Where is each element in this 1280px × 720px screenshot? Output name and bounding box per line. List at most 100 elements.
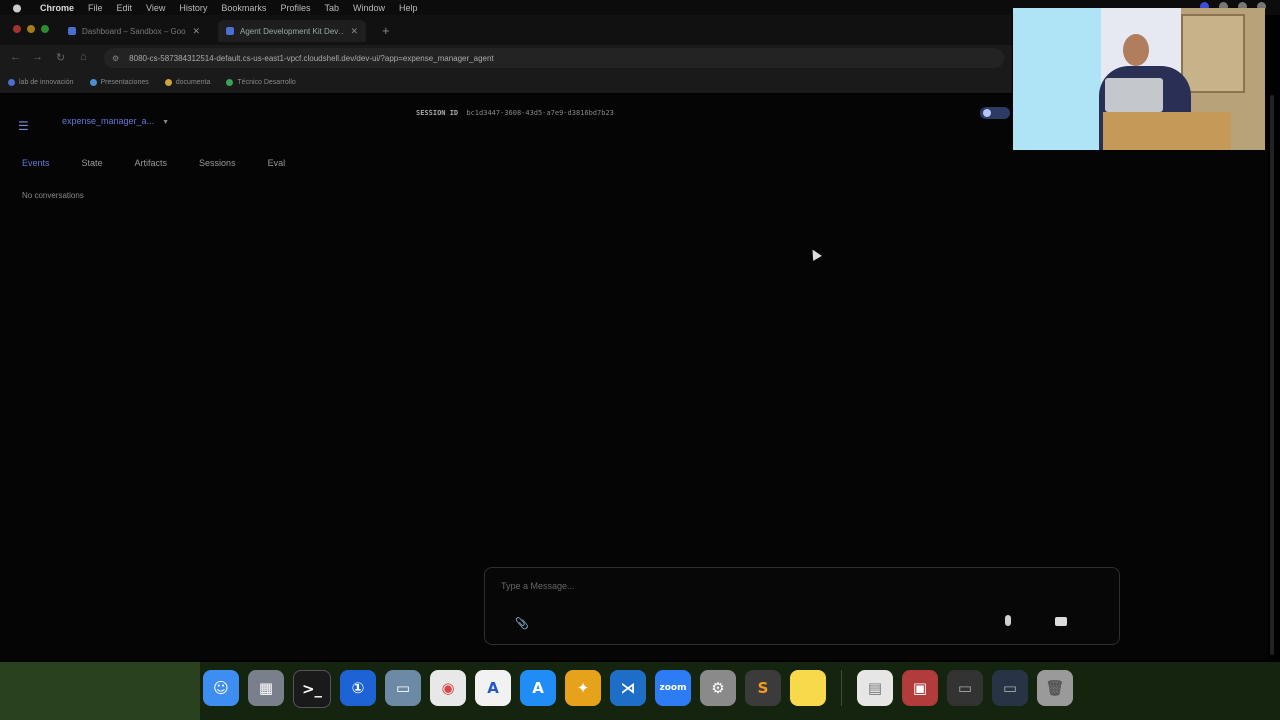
document-icon[interactable]: ▤ [857,670,893,706]
message-composer: 📎 [484,567,1120,645]
presenter-head [1123,34,1149,66]
page-scrollbar[interactable] [1270,95,1274,655]
drive-icon [164,78,172,86]
attach-file-icon[interactable]: 📎 [515,617,529,630]
browser-toolbar: ← → ↻ ⌂ ⚙ 8080-cs-58738431251​4-default.… [0,45,1012,71]
photos-icon[interactable]: ▣ [902,670,938,706]
app-selector-value: expense_manager_a... [62,116,155,126]
tab-label: Agent Development Kit Dev… [240,26,345,36]
tab-adk-dev-ui[interactable]: Agent Development Kit Dev… ✕ [218,20,366,42]
close-window-button[interactable] [13,25,21,33]
tab-label: Dashboard – Sandbox – Goo… [82,26,187,36]
bookmark-item[interactable]: documenta [164,78,211,86]
minimize-window-button[interactable] [27,25,35,33]
forward-arrow-icon[interactable]: → [32,51,43,63]
menu-file[interactable]: File [88,3,103,13]
textedit-icon[interactable]: A [475,670,511,706]
session-id-value: bc1d3447-3608-43d5-a7e9-d3816bd7b23 [466,109,614,117]
zoom-label: zoom [659,683,687,693]
session-id-label: SESSION ID [416,109,459,117]
vscode-icon[interactable]: ⋊ [610,670,646,706]
cloud-favicon-icon [68,27,76,35]
webcam-light [1013,8,1101,150]
bookmark-label: documenta [175,78,211,86]
bookmark-label: Técnico Desarrollo [237,78,296,86]
display-icon[interactable]: ▭ [992,670,1028,706]
close-tab-icon[interactable]: ✕ [192,26,200,37]
side-panel-tabs: Events State Artifacts Sessions Eval [22,158,317,168]
preview-icon[interactable]: ▭ [385,670,421,706]
menu-window[interactable]: Window [353,3,385,13]
apple-icon[interactable] [12,3,22,13]
window-controls [13,25,49,33]
session-id-display: SESSION ID bc1d3447-3608-43d5-a7e9-d3816… [416,109,614,117]
mouse-cursor-icon [808,247,822,261]
reload-icon[interactable]: ↻ [56,51,65,64]
adk-dev-ui-page: ☰ expense_manager_a... ▼ SESSION ID bc1d3… [0,95,1268,660]
menu-history[interactable]: History [179,3,207,13]
trash-icon[interactable]: 🗑 [1037,670,1073,706]
browser-tab-strip: Dashboard – Sandbox – Goo… ✕ Agent Devel… [0,15,1012,45]
close-tab-icon[interactable]: ✕ [350,26,358,37]
globe-icon [8,78,15,86]
tab-events[interactable]: Events [22,158,50,168]
presenter-webcam-overlay [1013,8,1265,150]
menu-profiles[interactable]: Profiles [280,3,310,13]
toggle-knob [983,109,991,117]
empty-state-message: No conversations [22,191,84,200]
appstore-icon[interactable]: A [520,670,556,706]
dock-icons: ☺ ▦ >_ ① ▭ ◉ A A ✦ ⋊ zoom ⚙ S ▭ ▤ ▣ ▭ ▭ … [203,670,1073,708]
microphone-icon[interactable] [1005,615,1011,626]
bookmark-item[interactable]: Presentaciones [89,78,149,86]
terminal-icon[interactable]: >_ [293,670,331,708]
chrome-icon[interactable]: ◉ [430,670,466,706]
notes-icon[interactable]: ▭ [790,670,826,706]
tab-dashboard[interactable]: Dashboard – Sandbox – Goo… ✕ [60,20,208,42]
site-info-icon[interactable]: ⚙ [112,54,119,63]
home-icon[interactable]: ⌂ [80,51,87,63]
zoom-icon[interactable]: zoom [655,670,691,706]
presenter-podium [1103,112,1231,150]
wallpaper-foliage [0,662,200,720]
video-camera-icon[interactable] [1055,617,1067,626]
presenter-laptop [1105,78,1163,112]
1password-icon[interactable]: ① [340,670,376,706]
sublime-icon[interactable]: S [745,670,781,706]
address-bar[interactable]: ⚙ 8080-cs-58738431251​4-default.cs-us-ea… [104,48,1004,68]
back-arrow-icon[interactable]: ← [10,51,21,63]
tab-sessions[interactable]: Sessions [199,158,236,168]
tab-state[interactable]: State [82,158,103,168]
menu-help[interactable]: Help [399,3,418,13]
bookmark-item[interactable]: Técnico Desarrollo [226,78,296,86]
window-icon[interactable]: ▭ [947,670,983,706]
macos-dock: ☺ ▦ >_ ① ▭ ◉ A A ✦ ⋊ zoom ⚙ S ▭ ▤ ▣ ▭ ▭ … [0,662,1280,720]
new-tab-button[interactable]: + [382,23,390,38]
menu-view[interactable]: View [146,3,165,13]
drive-icon [226,78,234,86]
adk-favicon-icon [226,27,234,35]
message-input[interactable] [499,580,1003,592]
globe-icon [89,78,97,86]
menu-tab[interactable]: Tab [324,3,339,13]
menu-edit[interactable]: Edit [117,3,133,13]
menu-hamburger-icon[interactable]: ☰ [18,119,29,133]
dock-separator [841,670,842,706]
settings-icon[interactable]: ⚙ [700,670,736,706]
tab-eval[interactable]: Eval [268,158,286,168]
bookmark-label: Presentaciones [100,78,149,86]
bookmark-item[interactable]: lab de innovación [8,78,74,86]
bookmark-label: lab de innovación [19,78,74,86]
menu-bookmarks[interactable]: Bookmarks [221,3,266,13]
chevron-down-icon: ▼ [162,119,170,126]
theme-toggle[interactable] [980,107,1010,119]
launchpad-icon[interactable]: ▦ [248,670,284,706]
bookmarks-bar: lab de innovación Presentaciones documen… [0,71,1012,93]
safari-icon[interactable]: ✦ [565,670,601,706]
webcam-picture-frame [1181,14,1245,93]
finder-icon[interactable]: ☺ [203,670,239,706]
tab-artifacts[interactable]: Artifacts [135,158,168,168]
fullscreen-window-button[interactable] [41,25,49,33]
url-text[interactable]: 8080-cs-58738431251​4-default.cs-us-east… [129,54,493,63]
app-selector[interactable]: expense_manager_a... ▼ [62,116,169,126]
menu-app-name[interactable]: Chrome [40,3,74,13]
